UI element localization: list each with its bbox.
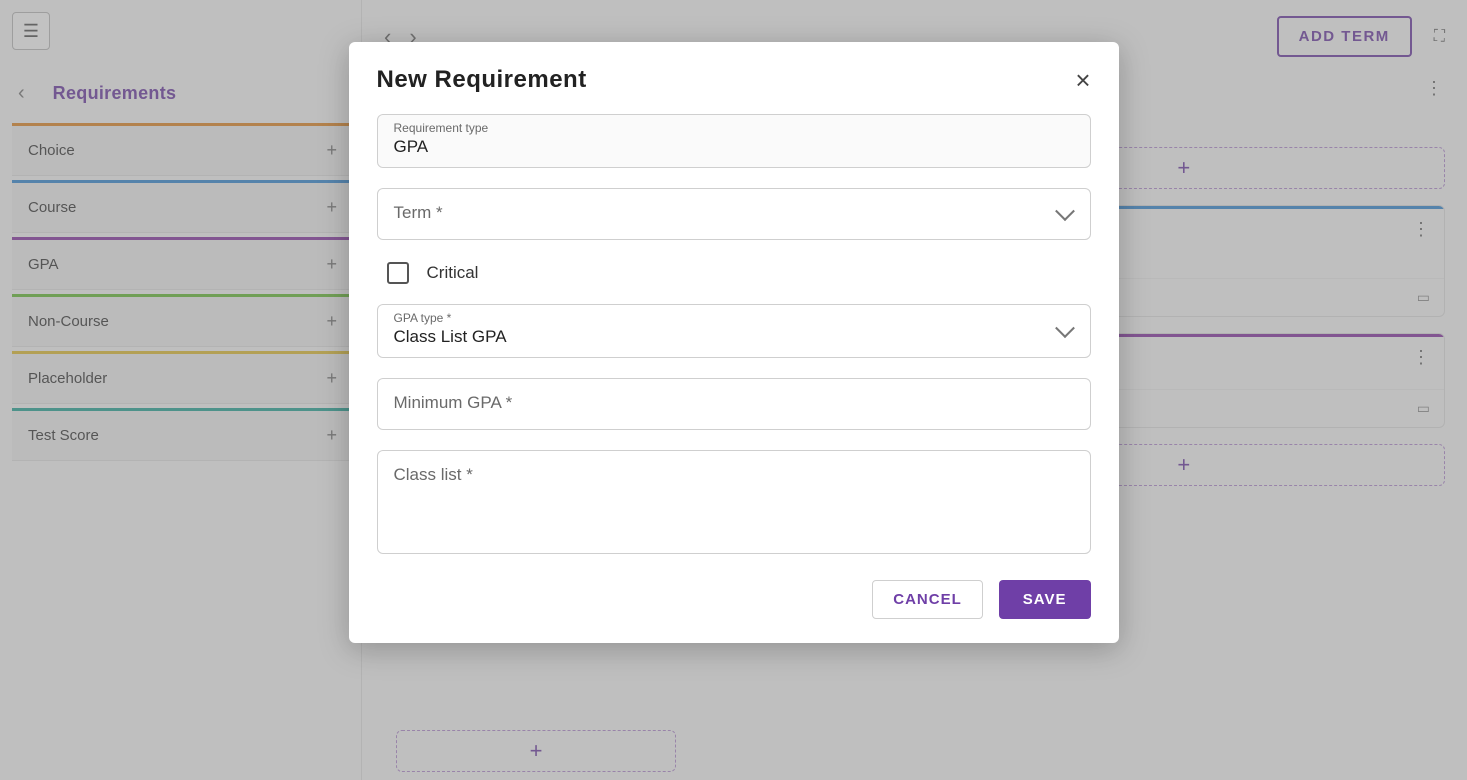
minimum-gpa-input[interactable]: Minimum GPA * [377, 378, 1091, 430]
field-value: Class List GPA [394, 327, 1074, 347]
modal-scrim[interactable]: New Requirement × Requirement type GPA T… [0, 0, 1467, 780]
field-label: Class list * [394, 465, 473, 485]
critical-row: Critical [387, 262, 1085, 284]
class-list-input[interactable]: Class list * [377, 450, 1091, 554]
gpa-type-select[interactable]: GPA type * Class List GPA [377, 304, 1091, 358]
field-label: Term * [394, 203, 443, 223]
modal-actions: CANCEL SAVE [377, 580, 1091, 619]
cancel-button[interactable]: CANCEL [872, 580, 983, 619]
save-button[interactable]: SAVE [999, 580, 1091, 619]
field-label: GPA type * [394, 311, 1074, 325]
modal-header: New Requirement × [377, 66, 1091, 94]
requirement-type-field: Requirement type GPA [377, 114, 1091, 168]
field-label: Requirement type [394, 121, 1074, 135]
field-label: Minimum GPA * [394, 393, 513, 413]
new-requirement-modal: New Requirement × Requirement type GPA T… [349, 42, 1119, 643]
field-value: GPA [394, 137, 1074, 157]
critical-label: Critical [427, 263, 479, 283]
close-icon[interactable]: × [1075, 67, 1090, 93]
term-select[interactable]: Term * [377, 188, 1091, 240]
modal-title: New Requirement [377, 66, 587, 94]
critical-checkbox[interactable] [387, 262, 409, 284]
